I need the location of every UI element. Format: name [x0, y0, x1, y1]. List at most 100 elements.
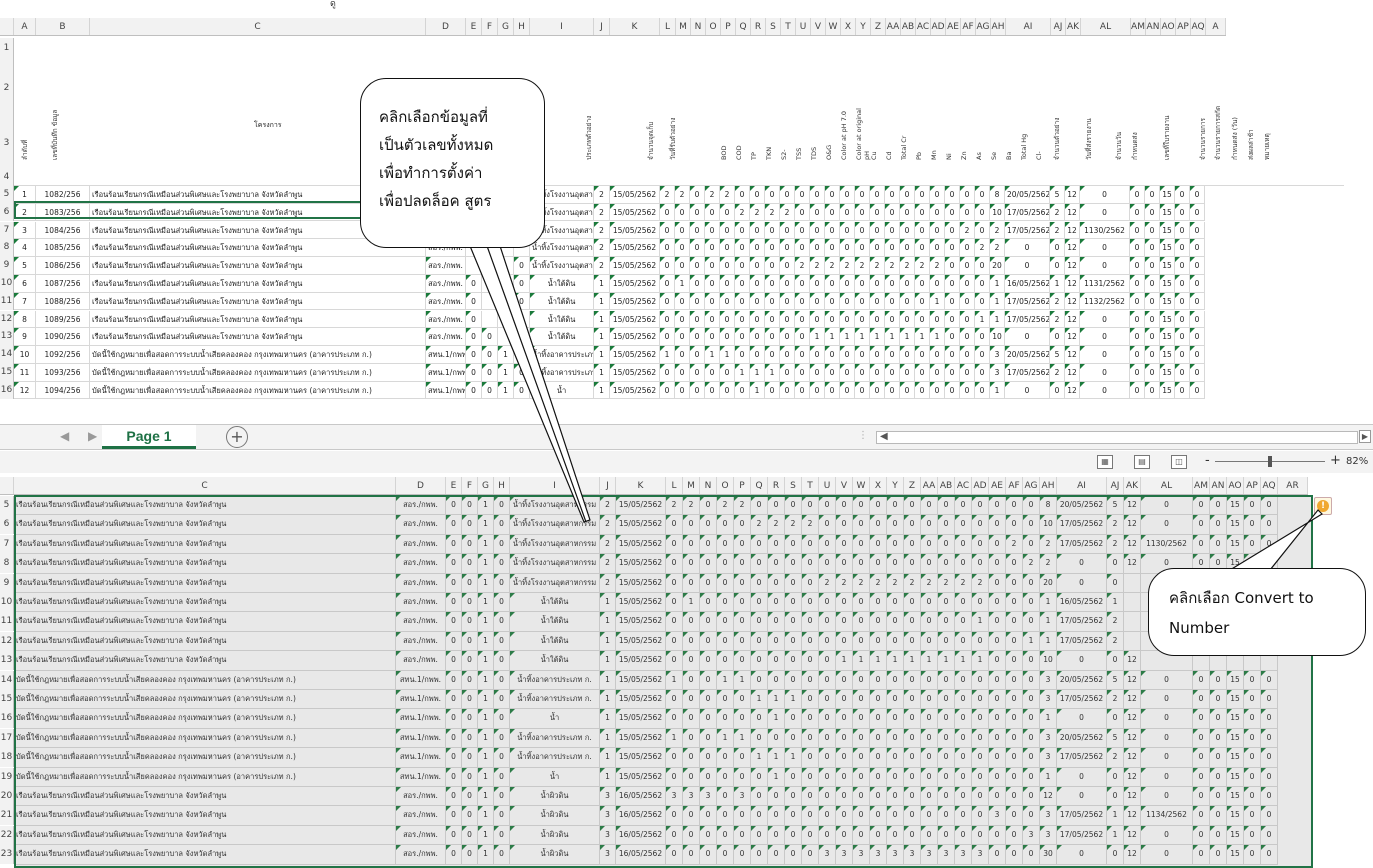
cell[interactable]: 0: [466, 292, 482, 310]
cell[interactable]: 0: [734, 554, 751, 573]
cell[interactable]: 0: [1130, 186, 1145, 203]
cell[interactable]: 17/05/2562: [1057, 612, 1107, 631]
cell[interactable]: 0: [853, 709, 870, 728]
cell[interactable]: 1: [478, 496, 494, 515]
cell[interactable]: 0: [900, 239, 915, 256]
cell[interactable]: 0: [751, 534, 768, 554]
cell[interactable]: 1: [735, 364, 750, 381]
cell[interactable]: 0: [989, 748, 1006, 767]
cell[interactable]: 0: [514, 381, 530, 399]
cell[interactable]: 0: [1130, 364, 1145, 381]
cell[interactable]: 0: [853, 534, 870, 554]
cell[interactable]: 0: [666, 825, 683, 845]
cell[interactable]: สอร./กพพ.: [396, 612, 446, 631]
cell[interactable]: 0: [446, 593, 462, 612]
cell[interactable]: 15/05/2562: [616, 496, 666, 515]
cell[interactable]: 0: [904, 554, 921, 573]
cell[interactable]: 0: [462, 534, 478, 554]
cell[interactable]: 0: [836, 631, 853, 651]
cell[interactable]: 0: [446, 554, 462, 573]
cell[interactable]: 0: [1145, 275, 1160, 292]
cell[interactable]: 0: [1175, 381, 1190, 399]
cell[interactable]: 0: [870, 239, 885, 256]
cell[interactable]: 0: [975, 186, 990, 203]
cell[interactable]: 0: [1050, 239, 1065, 256]
cell[interactable]: 0: [735, 328, 750, 345]
cell[interactable]: 0: [785, 573, 802, 592]
cell[interactable]: 0: [989, 612, 1006, 631]
cell[interactable]: 0: [1130, 203, 1145, 221]
cell[interactable]: 0: [887, 728, 904, 748]
cell[interactable]: 1: [768, 748, 785, 767]
cell[interactable]: [482, 310, 498, 328]
cell[interactable]: 0: [482, 346, 498, 363]
cell[interactable]: 0: [446, 651, 462, 670]
cell[interactable]: 0: [700, 496, 717, 515]
cell[interactable]: สอร./กพพ.: [396, 651, 446, 670]
cell[interactable]: 0: [705, 275, 720, 292]
cell[interactable]: 15/05/2562: [616, 690, 666, 709]
column-header[interactable]: G: [478, 477, 494, 494]
cell[interactable]: 0: [700, 767, 717, 786]
column-header[interactable]: O: [717, 477, 734, 494]
cell[interactable]: 0: [972, 515, 989, 534]
cell[interactable]: 0: [780, 364, 795, 381]
cell[interactable]: 16/05/2562: [616, 806, 666, 825]
cell[interactable]: 0: [768, 534, 785, 554]
cell[interactable]: 0: [750, 275, 765, 292]
cell[interactable]: 0: [717, 612, 734, 631]
cell[interactable]: 5: [1050, 346, 1065, 363]
cell[interactable]: 0: [466, 310, 482, 328]
cell[interactable]: 0: [1023, 728, 1040, 748]
cell[interactable]: 0: [1023, 612, 1040, 631]
cell[interactable]: 0: [802, 709, 819, 728]
cell[interactable]: 12: [1065, 381, 1080, 399]
cell[interactable]: 0: [938, 593, 955, 612]
cell[interactable]: 0: [900, 203, 915, 221]
cell[interactable]: 0: [751, 806, 768, 825]
cell[interactable]: 0: [1193, 748, 1210, 767]
cell[interactable]: 0: [836, 612, 853, 631]
cell[interactable]: 0: [938, 496, 955, 515]
cell[interactable]: 0: [885, 275, 900, 292]
cell[interactable]: 12: [1124, 709, 1141, 728]
cell[interactable]: 12: [1065, 328, 1080, 345]
cell[interactable]: 0: [975, 381, 990, 399]
cell[interactable]: 0: [945, 346, 960, 363]
cell[interactable]: 7: [14, 292, 36, 310]
cell[interactable]: 0: [915, 292, 930, 310]
cell[interactable]: 0: [900, 186, 915, 203]
cell[interactable]: 0: [462, 787, 478, 806]
cell[interactable]: 0: [765, 239, 780, 256]
cell[interactable]: 0: [989, 787, 1006, 806]
cell[interactable]: 0: [675, 310, 690, 328]
cell[interactable]: 2: [825, 257, 840, 274]
row-number[interactable]: 8: [0, 239, 14, 257]
cell[interactable]: 0: [930, 364, 945, 381]
cell[interactable]: 0: [938, 670, 955, 689]
cell[interactable]: 0: [1006, 806, 1023, 825]
cell[interactable]: 0: [1057, 709, 1107, 728]
cell[interactable]: 0: [1006, 573, 1023, 592]
cell[interactable]: 0: [802, 787, 819, 806]
column-header[interactable]: AQ: [1191, 18, 1206, 35]
cell[interactable]: 10: [14, 346, 36, 363]
cell[interactable]: 2: [600, 554, 616, 573]
cell[interactable]: 0: [751, 670, 768, 689]
cell[interactable]: 2: [960, 221, 975, 239]
cell[interactable]: 3: [836, 845, 853, 864]
cell[interactable]: 0: [819, 690, 836, 709]
cell[interactable]: 0: [466, 346, 482, 363]
cell[interactable]: 1: [478, 806, 494, 825]
cell[interactable]: 2: [1023, 554, 1040, 573]
column-header[interactable]: G: [498, 18, 514, 35]
cell[interactable]: 0: [904, 534, 921, 554]
cell[interactable]: สทน.1/กพพ.: [426, 346, 466, 363]
cell[interactable]: 1083/256: [36, 203, 90, 221]
cell[interactable]: 0: [915, 381, 930, 399]
cell[interactable]: 1: [930, 328, 945, 345]
cell[interactable]: 0: [780, 221, 795, 239]
cell[interactable]: 0: [1210, 670, 1227, 689]
row-number[interactable]: 8: [0, 554, 14, 574]
cell[interactable]: 0: [904, 709, 921, 728]
